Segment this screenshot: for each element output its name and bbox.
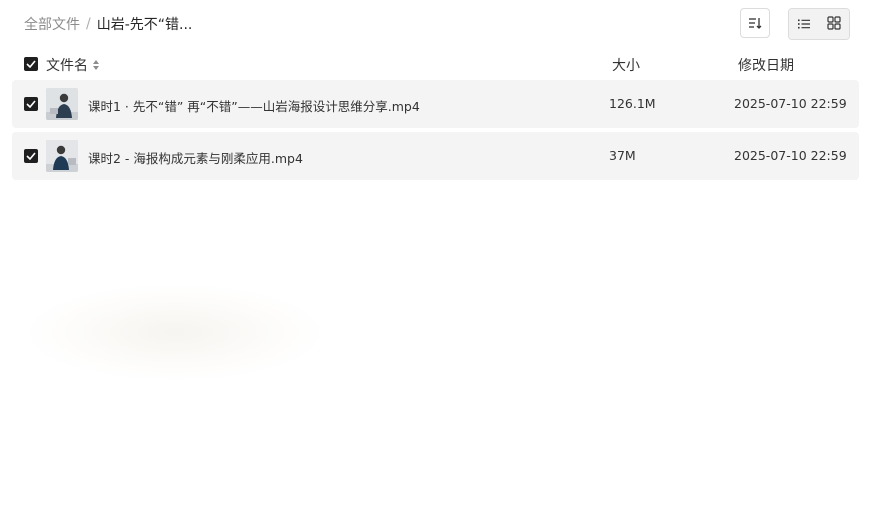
breadcrumb-separator: / [86, 16, 91, 32]
video-thumbnail [46, 88, 78, 120]
row-checkbox[interactable] [24, 149, 38, 163]
breadcrumb: 全部文件 / 山岩-先不“错... [24, 14, 192, 34]
file-name[interactable]: 课时1 · 先不“错” 再“不错”——山岩海报设计思维分享.mp4 [88, 96, 420, 115]
column-header-name-label: 文件名 [46, 58, 88, 74]
file-size: 126.1M [609, 96, 656, 111]
row-checkbox[interactable] [24, 97, 38, 111]
breadcrumb-root-link[interactable]: 全部文件 [24, 14, 80, 34]
list-view-icon [797, 15, 811, 34]
background-shadow [30, 285, 320, 380]
breadcrumb-current-folder: 山岩-先不“错... [96, 17, 193, 33]
file-size: 37M [609, 148, 636, 163]
file-name[interactable]: 课时2 - 海报构成元素与刚柔应用.mp4 [88, 148, 303, 167]
checkmark-icon [26, 100, 36, 108]
grid-view-icon [827, 15, 841, 34]
top-bar: 全部文件 / 山岩-先不“错... [0, 0, 874, 48]
select-all-checkbox[interactable] [24, 57, 38, 71]
column-header-name[interactable]: 文件名 [46, 55, 100, 75]
checkmark-icon [26, 60, 36, 68]
grid-view-button[interactable] [819, 9, 849, 39]
sort-lines-icon [748, 14, 762, 33]
sort-button[interactable] [740, 8, 770, 38]
column-header-date: 修改日期 [738, 58, 794, 74]
checkmark-icon [26, 152, 36, 160]
table-row[interactable]: 课时1 · 先不“错” 再“不错”——山岩海报设计思维分享.mp4 126.1M… [12, 80, 859, 128]
video-thumbnail [46, 140, 78, 172]
list-view-button[interactable] [789, 9, 819, 39]
file-modified-date: 2025-07-10 22:59 [734, 148, 847, 163]
sort-arrows-icon[interactable] [92, 59, 100, 71]
column-header-size: 大小 [612, 58, 640, 74]
view-toggle-group [788, 8, 850, 40]
file-modified-date: 2025-07-10 22:59 [734, 96, 847, 111]
table-header: 文件名 大小 修改日期 [12, 52, 859, 76]
table-row[interactable]: 课时2 - 海报构成元素与刚柔应用.mp4 37M 2025-07-10 22:… [12, 132, 859, 180]
